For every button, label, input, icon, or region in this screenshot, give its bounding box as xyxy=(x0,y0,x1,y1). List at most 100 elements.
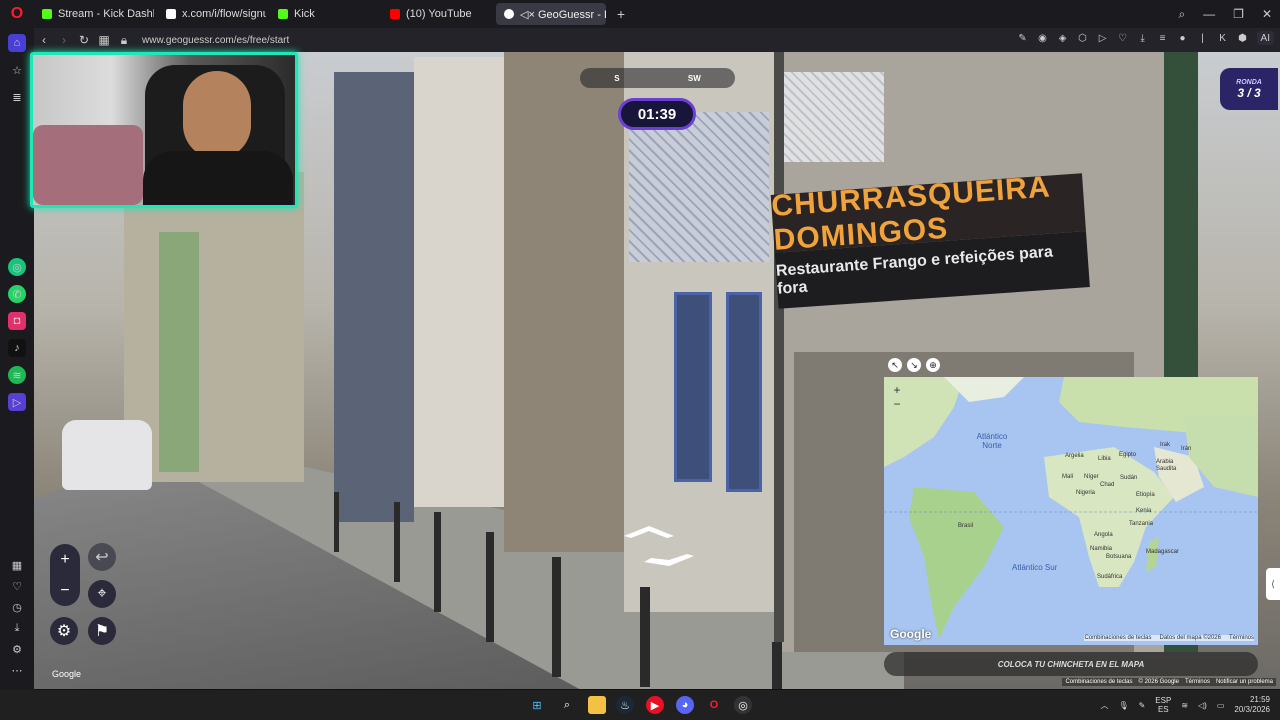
zoom-in-button[interactable]: + xyxy=(60,551,69,569)
tab-geoguessr[interactable]: ◁× GeoGuessr - Let's exp xyxy=(496,3,606,25)
undo-button[interactable]: ↩ xyxy=(88,543,116,571)
minimize-button[interactable]: — xyxy=(1203,7,1215,21)
pen-icon[interactable]: ✎ xyxy=(1139,701,1146,710)
edit-icon[interactable]: ✎ xyxy=(1017,31,1029,45)
geoguessr-icon xyxy=(504,9,514,19)
spotify-icon[interactable]: ≋ xyxy=(8,366,26,384)
heart-icon[interactable]: ♡ xyxy=(1117,31,1129,45)
tab-kick-dashboard[interactable]: Stream - Kick Dashboard xyxy=(34,3,154,25)
bollard xyxy=(434,512,441,612)
chevron-up-icon[interactable]: ︿ xyxy=(1100,700,1108,711)
pin-map-icon[interactable]: ⊕ xyxy=(926,358,940,372)
streamer-face xyxy=(183,71,251,159)
map-zoom-out[interactable]: − xyxy=(893,397,900,411)
shrink-map-icon[interactable]: ↘ xyxy=(907,358,921,372)
opera-logo-icon[interactable]: O xyxy=(0,0,34,28)
sv-shortcuts-link[interactable]: Combinaciones de teclas xyxy=(1065,679,1132,685)
close-button[interactable]: ✕ xyxy=(1262,7,1272,21)
compass-southwest: SW xyxy=(687,73,701,83)
bollard xyxy=(394,502,400,582)
place-pin-button[interactable]: COLOCA TU CHINCHETA EN EL MAPA xyxy=(884,652,1258,676)
country-kenia: Kenia xyxy=(1136,508,1152,514)
new-tab-button[interactable]: + xyxy=(610,3,632,25)
extension-icon[interactable]: ⬡ xyxy=(1077,31,1089,45)
map-shortcuts-link[interactable]: Combinaciones de teclas xyxy=(1084,635,1151,641)
clock[interactable]: 21:59 20/3/2026 xyxy=(1234,695,1270,715)
opera-taskbar-icon[interactable]: O xyxy=(705,696,723,714)
search-icon[interactable]: ⌕ xyxy=(1178,7,1185,22)
settings-button[interactable]: ⚙ xyxy=(50,617,78,645)
media-player-icon[interactable]: ▶ xyxy=(646,696,664,714)
star-icon[interactable]: ☆ xyxy=(8,61,26,79)
move-arrows[interactable] xyxy=(619,522,699,572)
play-icon[interactable]: ▷ xyxy=(1097,31,1109,45)
steam-icon[interactable]: ♨ xyxy=(616,696,634,714)
kick-ext-icon[interactable]: K xyxy=(1217,31,1229,45)
country-egipto: Egipto xyxy=(1119,452,1137,458)
forward-icon[interactable]: › xyxy=(54,33,74,47)
compass-south: S xyxy=(614,73,620,83)
tiktok-icon[interactable]: ♪ xyxy=(8,339,26,357)
maximize-button[interactable]: ❐ xyxy=(1233,7,1244,21)
history-icon[interactable]: ◷ xyxy=(8,598,26,616)
building-white xyxy=(414,57,504,507)
back-icon[interactable]: ‹ xyxy=(34,33,54,47)
chatgpt-icon[interactable]: ◎ xyxy=(8,258,26,276)
map-terms-link[interactable]: Términos xyxy=(1229,635,1254,641)
move-forward-arrow[interactable] xyxy=(624,526,674,538)
menu-icon[interactable]: ≡ xyxy=(1157,31,1169,45)
file-explorer-icon[interactable] xyxy=(588,696,606,714)
url-field[interactable]: www.geoguessr.com/es/free/start xyxy=(142,35,289,46)
volume-icon[interactable]: ◁) xyxy=(1198,701,1207,710)
country-sudafrica: Sudáfrica xyxy=(1097,574,1123,580)
round-value: 3 / 3 xyxy=(1237,85,1261,100)
tiles-icon[interactable]: ▦ xyxy=(94,33,114,47)
profile-icon[interactable]: ● xyxy=(1177,31,1189,45)
instagram-icon[interactable]: ◘ xyxy=(8,312,26,330)
download-icon[interactable]: ⤓ xyxy=(1137,31,1149,45)
country-chad: Chad xyxy=(1100,482,1115,488)
country-tanzania: Tanzania xyxy=(1129,521,1154,527)
x-icon xyxy=(166,9,176,19)
home-icon[interactable]: ⌂ xyxy=(8,34,26,52)
battery-icon[interactable]: ▭ xyxy=(1217,701,1225,710)
aria-button[interactable]: AI xyxy=(1256,31,1274,45)
language-indicator[interactable]: ESP ES xyxy=(1155,696,1171,714)
more-icon[interactable]: ⋯ xyxy=(8,661,26,679)
restaurant-sign: CHURRASQUEIRA DOMINGOS Restaurante Frang… xyxy=(769,153,1090,320)
reload-icon[interactable]: ↻ xyxy=(74,33,94,47)
start-icon[interactable]: ⊞ xyxy=(528,696,546,714)
apps-icon[interactable]: ▦ xyxy=(8,556,26,574)
map-data-link[interactable]: Datos del mapa ©2026 xyxy=(1160,635,1221,641)
camera-icon[interactable]: ◉ xyxy=(1037,31,1049,45)
wifi-icon[interactable]: ≋ xyxy=(1181,701,1188,710)
search-icon[interactable]: ⌕ xyxy=(558,696,576,714)
downloads-icon[interactable]: ⤓ xyxy=(8,619,26,637)
guess-map[interactable]: + − Atlántico Norte Atlántico Sur Argeli… xyxy=(884,377,1258,645)
shield-icon[interactable]: ◈ xyxy=(1057,31,1069,45)
heart-icon[interactable]: ♡ xyxy=(8,577,26,595)
side-panel-toggle[interactable]: ⟨ xyxy=(1266,568,1280,600)
player-icon[interactable]: ▷ xyxy=(8,393,26,411)
map-zoom-in[interactable]: + xyxy=(893,383,900,397)
move-back-arrow[interactable] xyxy=(644,554,694,566)
flag-button[interactable]: ⚑ xyxy=(88,617,116,645)
return-to-start-button[interactable]: ⌖ xyxy=(88,580,116,608)
whatsapp-icon[interactable]: ✆ xyxy=(8,285,26,303)
settings-icon[interactable]: ⚙ xyxy=(8,640,26,658)
obs-icon[interactable]: ◎ xyxy=(734,696,752,714)
country-angola: Angola xyxy=(1094,532,1113,538)
sv-report-link[interactable]: Notificar un problema xyxy=(1216,679,1273,685)
discord-icon[interactable]: ◕ xyxy=(676,696,694,714)
zoom-out-button[interactable]: − xyxy=(60,582,69,600)
expand-map-icon[interactable]: ↖ xyxy=(888,358,902,372)
youtube-icon xyxy=(390,9,400,19)
tab-kick[interactable]: Kick xyxy=(270,3,378,25)
list-icon[interactable]: ≣ xyxy=(8,88,26,106)
tab-x-signup[interactable]: x.com/i/flow/signup xyxy=(158,3,266,25)
bollard xyxy=(772,642,782,689)
cube-icon[interactable]: ⬢ xyxy=(1237,31,1249,45)
sv-terms-link[interactable]: Términos xyxy=(1185,679,1210,685)
microphone-icon[interactable]: 🎙︎ xyxy=(1118,701,1128,710)
tab-youtube[interactable]: (10) YouTube xyxy=(382,3,492,25)
